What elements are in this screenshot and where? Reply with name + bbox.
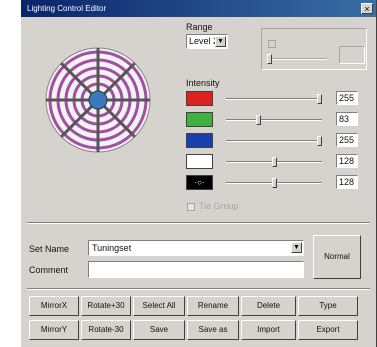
close-icon[interactable]: ×: [361, 3, 373, 14]
mirrorx-button[interactable]: MirrorX: [29, 296, 79, 316]
slider-thumb[interactable]: [317, 136, 322, 146]
save-as-button[interactable]: Save as: [187, 320, 239, 340]
channel-value-field[interactable]: 83: [336, 112, 358, 126]
slider-thumb[interactable]: [272, 178, 277, 188]
tie-group-label: Tie Group: [199, 201, 239, 211]
type-button[interactable]: Type: [298, 296, 358, 316]
channel-slider[interactable]: [226, 155, 322, 169]
intensity-label: Intensity: [186, 78, 220, 88]
rotate-30-button[interactable]: Rotate+30: [81, 296, 131, 316]
setname-label: Set Name: [29, 244, 70, 254]
channel-slider[interactable]: [226, 176, 322, 190]
channel-color-swatch[interactable]: [186, 133, 213, 148]
export-button[interactable]: Export: [298, 320, 358, 340]
delete-button[interactable]: Delete: [241, 296, 296, 316]
slider-thumb[interactable]: [272, 157, 277, 167]
lighting-control-window: Lighting Control Editor × Range Level 2 …: [20, 0, 377, 347]
slider-track: [226, 119, 322, 121]
disabled-slider-track: [267, 58, 327, 60]
channel-color-swatch[interactable]: [186, 154, 213, 169]
range-selected-value: Level 2: [189, 36, 219, 46]
window-title: Lighting Control Editor: [27, 4, 107, 13]
separator: [27, 222, 370, 224]
save-button[interactable]: Save: [133, 320, 185, 340]
channel-value-field[interactable]: 255: [336, 91, 358, 105]
setname-combobox[interactable]: Tuningset ▼: [88, 240, 304, 256]
slider-track: [226, 98, 322, 100]
disabled-checkbox: [268, 40, 276, 48]
normal-button[interactable]: Normal: [313, 235, 361, 279]
channel-color-swatch[interactable]: [186, 112, 213, 127]
rename-button[interactable]: Rename: [187, 296, 239, 316]
mirrory-button[interactable]: MirrorY: [29, 320, 79, 340]
slider-track: [226, 140, 322, 142]
tie-group-checkbox[interactable]: [187, 203, 195, 211]
disabled-slider: [267, 52, 327, 66]
channel-color-swatch[interactable]: ·○·: [186, 175, 213, 190]
title-bar: Lighting Control Editor ×: [21, 0, 376, 17]
setname-value: Tuningset: [92, 243, 132, 253]
channel-color-swatch[interactable]: [186, 91, 213, 106]
separator-bottom: [27, 288, 370, 290]
slider-thumb[interactable]: [256, 115, 261, 125]
channel-slider[interactable]: [226, 113, 322, 127]
rotate-30-button[interactable]: Rotate-30: [81, 320, 131, 340]
setname-chevron-down-icon[interactable]: ▼: [291, 242, 302, 253]
wheel-center: [88, 90, 108, 110]
import-button[interactable]: Import: [241, 320, 296, 340]
comment-field[interactable]: [88, 261, 304, 278]
select-all-button[interactable]: Select All: [133, 296, 185, 316]
channel-slider[interactable]: [226, 134, 322, 148]
slider-thumb[interactable]: [317, 94, 322, 104]
channel-value-field[interactable]: 128: [336, 175, 358, 189]
disabled-value-box: [339, 46, 365, 64]
channel-value-field[interactable]: 128: [336, 154, 358, 168]
disabled-slider-thumb: [267, 54, 272, 64]
range-label: Range: [186, 22, 213, 32]
range-dropdown[interactable]: Level 2 ▼: [186, 34, 228, 49]
chevron-down-icon[interactable]: ▼: [215, 36, 226, 47]
channel-slider[interactable]: [226, 92, 322, 106]
channel-value-field[interactable]: 255: [336, 133, 358, 147]
comment-label: Comment: [29, 265, 69, 275]
light-layout-wheel[interactable]: [43, 45, 153, 155]
